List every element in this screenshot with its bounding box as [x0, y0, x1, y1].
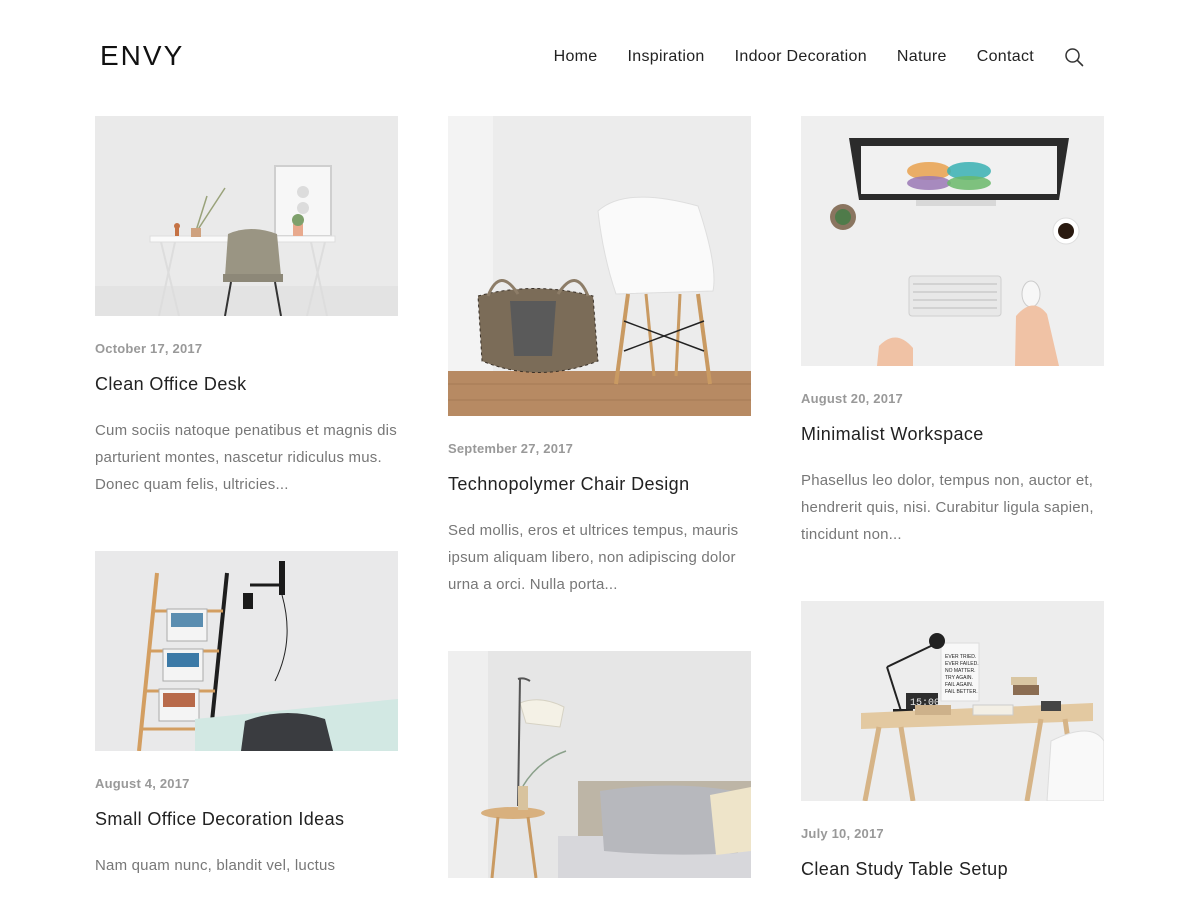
nav-item-home[interactable]: Home [554, 48, 598, 66]
nav-item-inspiration[interactable]: Inspiration [628, 48, 705, 66]
post-title[interactable]: Technopolymer Chair Design [448, 474, 751, 495]
nav-item-contact[interactable]: Contact [977, 48, 1034, 66]
post-image[interactable] [448, 116, 751, 416]
post-excerpt: Phasellus leo dolor, tempus non, auctor … [801, 472, 1094, 543]
post-date: August 4, 2017 [95, 776, 190, 791]
site-header: ENVY Home Inspiration Indoor Decoration … [0, 0, 1200, 116]
post-date: October 17, 2017 [95, 341, 203, 356]
post-card: October 17, 2017 Clean Office Desk Cum s… [95, 116, 398, 498]
post-image[interactable] [801, 116, 1104, 366]
search-icon[interactable] [1064, 47, 1084, 67]
post-title[interactable]: Clean Study Table Setup [801, 859, 1104, 880]
post-title[interactable]: Clean Office Desk [95, 374, 398, 395]
post-date: August 20, 2017 [801, 391, 903, 406]
main-nav: Home Inspiration Indoor Decoration Natur… [524, 47, 1084, 67]
post-date: September 27, 2017 [448, 441, 574, 456]
nav-item-nature[interactable]: Nature [897, 48, 947, 66]
post-excerpt: Nam quam nunc, blandit vel, luctus [95, 857, 336, 874]
post-card: August 20, 2017 Minimalist Workspace Pha… [801, 116, 1104, 548]
post-image[interactable] [448, 651, 751, 878]
post-excerpt: Sed mollis, eros et ultrices tempus, mau… [448, 522, 739, 593]
post-card [448, 651, 751, 900]
post-title[interactable]: Minimalist Workspace [801, 424, 1104, 445]
post-card: September 27, 2017 Technopolymer Chair D… [448, 116, 751, 598]
post-image[interactable]: EVER TRIED. EVER FAILED. NO MATTER. TRY … [801, 601, 1104, 801]
post-excerpt: Cum sociis natoque penatibus et magnis d… [95, 422, 397, 493]
post-image[interactable] [95, 116, 398, 316]
site-logo[interactable]: ENVY [100, 40, 184, 72]
nav-item-indoor-decoration[interactable]: Indoor Decoration [735, 48, 867, 66]
post-date: July 10, 2017 [801, 826, 884, 841]
post-title[interactable]: Small Office Decoration Ideas [95, 809, 398, 830]
post-card: August 4, 2017 Small Office Decoration I… [95, 551, 398, 879]
post-card: EVER TRIED. EVER FAILED. NO MATTER. TRY … [801, 601, 1104, 900]
post-image[interactable] [95, 551, 398, 751]
